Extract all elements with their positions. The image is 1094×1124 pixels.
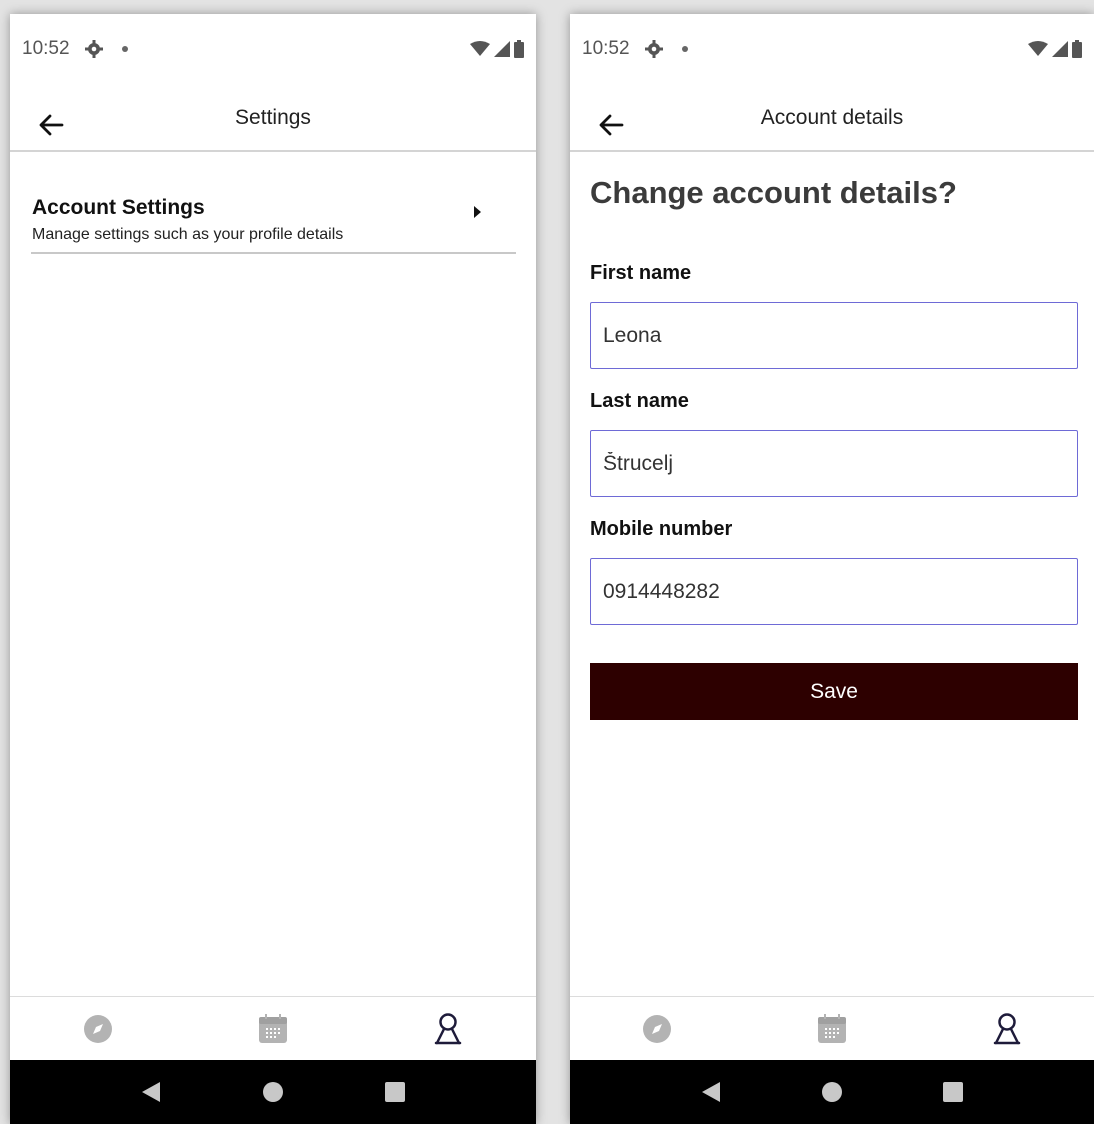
back-button[interactable] (34, 108, 68, 142)
compass-icon (83, 1014, 112, 1043)
compass-icon (643, 1014, 672, 1043)
profile-icon (435, 1012, 462, 1044)
circle-home-icon (821, 1082, 842, 1102)
settings-item-account[interactable]: Account Settings Manage settings such as… (31, 194, 516, 254)
settings-gear-icon (644, 39, 664, 59)
battery-icon (1072, 40, 1082, 58)
system-back-button[interactable] (691, 1072, 731, 1112)
mobile-number-label: Mobile number (590, 518, 733, 540)
account-details-screen: 10:52 Account details Change account det… (570, 14, 1094, 1124)
calendar-icon (258, 1013, 287, 1043)
settings-gear-icon (84, 39, 104, 59)
system-back-button[interactable] (131, 1072, 171, 1112)
arrow-left-icon (599, 114, 624, 136)
first-name-label: First name (590, 262, 692, 284)
system-nav-bar (570, 1060, 1094, 1124)
nav-calendar-button[interactable] (802, 1004, 862, 1054)
square-recents-icon (385, 1082, 405, 1102)
settings-item-subtitle: Manage settings such as your profile det… (32, 226, 344, 243)
last-name-label: Last name (590, 390, 689, 412)
status-time: 10:52 (22, 38, 70, 59)
notification-dot-icon (681, 46, 688, 52)
nav-profile-button[interactable] (977, 1004, 1037, 1054)
bottom-nav (570, 996, 1094, 1060)
triangle-back-icon (701, 1082, 720, 1102)
square-recents-icon (943, 1082, 964, 1102)
signal-icon (494, 41, 510, 57)
notification-dot-icon (121, 46, 128, 52)
app-bar: Settings (10, 84, 536, 152)
save-button[interactable]: Save (590, 663, 1078, 720)
settings-screen: 10:52 Settings Account Settings Manage s… (10, 14, 536, 1124)
app-bar: Account details (570, 84, 1094, 152)
nav-explore-button[interactable] (68, 1004, 128, 1054)
system-home-button[interactable] (812, 1072, 852, 1112)
mobile-number-input[interactable] (590, 558, 1078, 625)
form-heading: Change account details? (590, 175, 957, 210)
wifi-icon (1028, 41, 1048, 56)
calendar-icon (817, 1013, 846, 1043)
triangle-back-icon (142, 1082, 160, 1102)
system-home-button[interactable] (253, 1072, 293, 1112)
first-name-input[interactable] (590, 302, 1078, 369)
wifi-icon (470, 41, 490, 56)
battery-icon (514, 40, 524, 58)
page-title: Account details (760, 106, 904, 129)
system-recents-button[interactable] (933, 1072, 973, 1112)
profile-icon (993, 1012, 1020, 1044)
last-name-input[interactable] (590, 430, 1078, 497)
nav-explore-button[interactable] (627, 1004, 687, 1054)
nav-profile-button[interactable] (418, 1004, 478, 1054)
system-nav-bar (10, 1060, 536, 1124)
status-bar: 10:52 (570, 14, 1094, 84)
caret-right-icon (472, 204, 482, 225)
page-title: Settings (235, 106, 311, 129)
system-recents-button[interactable] (375, 1072, 415, 1112)
settings-item-title: Account Settings (32, 196, 205, 219)
signal-icon (1052, 41, 1068, 57)
bottom-nav (10, 996, 536, 1060)
back-button[interactable] (594, 108, 628, 142)
status-time: 10:52 (582, 38, 630, 59)
circle-home-icon (263, 1082, 283, 1102)
arrow-left-icon (39, 114, 64, 136)
nav-calendar-button[interactable] (243, 1004, 303, 1054)
status-icons (470, 40, 524, 58)
status-icons (1028, 40, 1082, 58)
status-bar: 10:52 (10, 14, 536, 84)
